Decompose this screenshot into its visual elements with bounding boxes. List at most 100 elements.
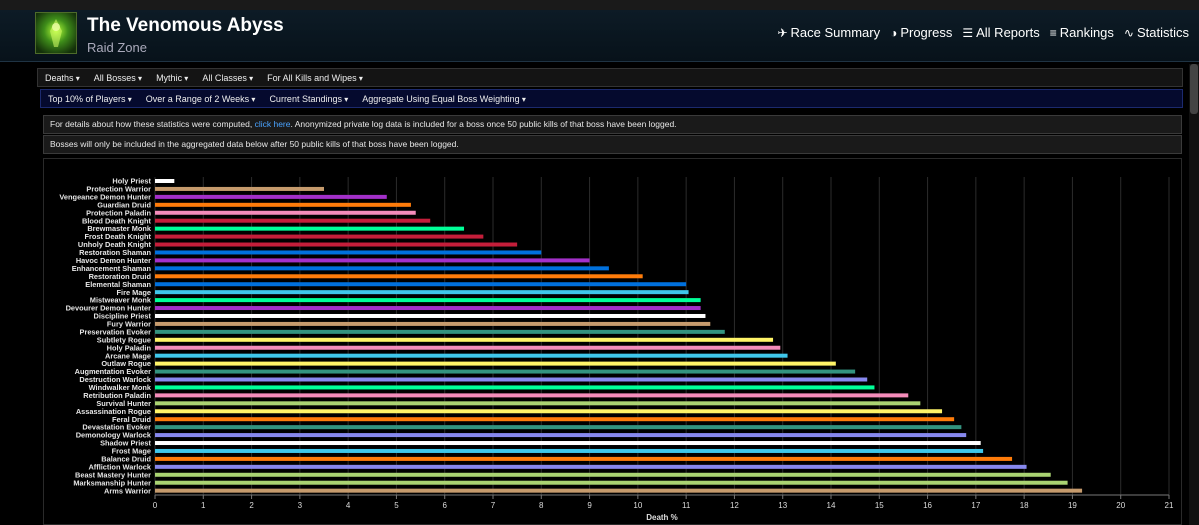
x-tick-label: 16 <box>923 501 932 510</box>
progress-icon: ◑ <box>890 25 898 40</box>
bar-subtlety-rogue <box>155 337 774 342</box>
x-tick-label: 4 <box>346 501 351 510</box>
zone-icon <box>35 12 77 54</box>
bar-arms-warrior <box>155 488 1083 493</box>
details-link[interactable]: click here <box>255 119 291 129</box>
x-tick-label: 11 <box>682 501 691 510</box>
bar-unholy-death-knight <box>155 242 518 247</box>
bar-frost-mage <box>155 448 984 453</box>
bar-fury-warrior <box>155 321 711 326</box>
scrollbar-thumb[interactable] <box>1190 64 1198 114</box>
bar-blood-death-knight <box>155 218 431 223</box>
x-tick-label: 19 <box>1068 501 1077 510</box>
category-label: Arms Warrior <box>104 486 151 495</box>
bar-survival-hunter <box>155 401 921 406</box>
info-text-after: . Anonymized private log data is include… <box>290 119 677 129</box>
nav-label: Statistics <box>1136 25 1189 40</box>
chart-container: 0 1 2 3 4 5 6 7 8 9 10 11 12 13 14 15 16 17 18 19 20 21 Holy P… <box>43 158 1182 525</box>
x-tick-label: 14 <box>827 501 836 510</box>
bar-brewmaster-monk <box>155 226 465 231</box>
x-tick-label: 6 <box>442 501 447 510</box>
x-tick-label: 8 <box>539 501 544 510</box>
bar-protection-paladin <box>155 210 416 215</box>
x-tick-label: 2 <box>249 501 254 510</box>
bar-shadow-priest <box>155 441 981 446</box>
filter-over-a-range-of-2-weeks[interactable]: Over a Range of 2 Weeks <box>139 94 263 104</box>
x-tick-label: 9 <box>587 501 592 510</box>
zone-nav: ✈ Race Summary ◑ Progress ☰ All Reports ≡ Ranki… <box>777 25 1189 40</box>
bar-mistweaver-monk <box>155 298 701 303</box>
filter-all-bosses[interactable]: All Bosses <box>87 73 149 83</box>
nav-race-summary[interactable]: ✈ Race Summary <box>777 25 880 40</box>
bar-devourer-demon-hunter <box>155 306 701 311</box>
zone-subtitle: Raid Zone <box>87 40 147 55</box>
nav-all-reports[interactable]: ☰ All Reports <box>962 25 1039 40</box>
x-axis-title: Death % <box>646 513 678 522</box>
zone-title: The Venomous Abyss <box>87 15 284 36</box>
bar-holy-priest <box>155 179 175 183</box>
filter-bar-primary: DeathsAll BossesMythicAll ClassesFor All… <box>37 68 1183 87</box>
bar-elemental-shaman <box>155 282 687 287</box>
list-icon: ☰ <box>962 25 974 40</box>
x-tick-label: 3 <box>298 501 303 510</box>
bar-guardian-druid <box>155 202 411 207</box>
bar-preservation-evoker <box>155 329 725 334</box>
x-tick-label: 20 <box>1116 501 1125 510</box>
nav-label: Progress <box>900 25 953 40</box>
x-tick-label: 12 <box>730 501 739 510</box>
nav-label: Race Summary <box>790 25 881 40</box>
info-box-details: For details about how these statistics w… <box>43 115 1182 134</box>
nav-statistics[interactable]: ∿ Statistics <box>1124 25 1189 40</box>
filter-top-10-of-players[interactable]: Top 10% of Players <box>41 94 139 104</box>
bar-enhancement-shaman <box>155 266 609 271</box>
death-percent-chart: 0 1 2 3 4 5 6 7 8 9 10 11 12 13 14 15 16 17 18 19 20 21Holy P… <box>59 177 1174 522</box>
nav-label: Rankings <box>1059 25 1114 40</box>
nav-progress[interactable]: ◑ Progress <box>890 25 952 40</box>
x-tick-label: 15 <box>875 501 884 510</box>
filter-bar-secondary: Top 10% of PlayersOver a Range of 2 Week… <box>40 89 1183 108</box>
bar-demonology-warlock <box>155 433 967 438</box>
x-tick-label: 5 <box>394 501 399 510</box>
nav-label: All Reports <box>976 25 1040 40</box>
info-box-inclusion: Bosses will only be included in the aggr… <box>43 135 1182 154</box>
x-tick-label: 1 <box>201 501 206 510</box>
bar-marksmanship-hunter <box>155 480 1068 485</box>
bar-outlaw-rogue <box>155 361 836 366</box>
bar-feral-druid <box>155 417 955 422</box>
bar-discipline-priest <box>155 313 706 318</box>
zone-header: The Venomous Abyss Raid Zone ✈ Race Summa… <box>0 10 1199 62</box>
x-tick-label: 17 <box>971 501 980 510</box>
bar-balance-druid <box>155 456 1013 461</box>
x-tick-label: 7 <box>491 501 496 510</box>
bar-restoration-shaman <box>155 250 542 255</box>
bar-protection-warrior <box>155 186 324 191</box>
bar-vengeance-demon-hunter <box>155 194 387 199</box>
bar-augmentation-evoker <box>155 369 856 374</box>
filter-current-standings[interactable]: Current Standings <box>262 94 355 104</box>
bar-fire-mage <box>155 290 689 295</box>
bar-restoration-druid <box>155 274 643 279</box>
runner-icon: ✈ <box>777 25 788 40</box>
x-tick-label: 10 <box>633 501 642 510</box>
filter-deaths[interactable]: Deaths <box>38 73 87 83</box>
filter-mythic[interactable]: Mythic <box>149 73 195 83</box>
bar-arcane-mage <box>155 353 788 358</box>
filter-all-classes[interactable]: All Classes <box>195 73 260 83</box>
scrollbar-track[interactable] <box>1189 64 1199 525</box>
x-tick-label: 0 <box>153 501 158 510</box>
rankings-icon: ≡ <box>1049 25 1057 40</box>
x-tick-label: 13 <box>778 501 787 510</box>
bar-beast-mastery-hunter <box>155 472 1051 477</box>
info-text-before: For details about how these statistics w… <box>50 119 253 129</box>
bar-holy-paladin <box>155 345 781 350</box>
statistics-icon: ∿ <box>1123 25 1134 40</box>
bar-affliction-warlock <box>155 464 1027 469</box>
filter-for-all-kills-and-wipes[interactable]: For All Kills and Wipes <box>260 73 370 83</box>
filter-aggregate-using-equal-boss-weighting[interactable]: Aggregate Using Equal Boss Weighting <box>355 94 533 104</box>
x-tick-label: 18 <box>1020 501 1029 510</box>
bar-windwalker-monk <box>155 385 875 390</box>
nav-rankings[interactable]: ≡ Rankings <box>1050 25 1114 40</box>
bar-retribution-paladin <box>155 393 909 398</box>
bar-devastation-evoker <box>155 425 962 430</box>
bar-assassination-rogue <box>155 409 943 414</box>
